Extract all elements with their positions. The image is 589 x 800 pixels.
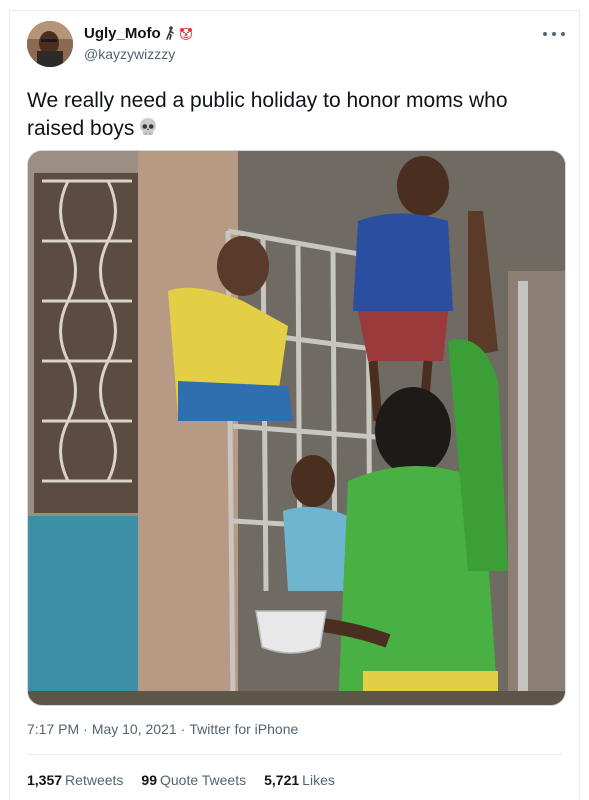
retweets-stat[interactable]: 1,357 Retweets — [27, 772, 123, 788]
quote-tweets-stat[interactable]: 99 Quote Tweets — [141, 772, 246, 788]
user-handle[interactable]: @kayzywizzzy — [84, 46, 175, 62]
meta-separator: · — [83, 721, 88, 737]
more-dots-icon — [543, 32, 547, 36]
quote-tweets-count: 99 — [141, 772, 157, 788]
skull-emoji-icon — [137, 116, 159, 146]
retweets-count: 1,357 — [27, 772, 63, 788]
more-dots-icon — [552, 32, 556, 36]
display-name[interactable]: Ugly_Mofo — [84, 25, 161, 42]
name-row[interactable]: Ugly_Mofo — [84, 25, 193, 42]
tweet-body: We really need a public holiday to honor… — [27, 89, 508, 140]
likes-count: 5,721 — [264, 772, 300, 788]
tweet-photo[interactable] — [27, 150, 566, 706]
more-options-button[interactable] — [543, 27, 565, 41]
meta-separator: · — [180, 721, 186, 737]
retweets-label: Retweets — [65, 772, 124, 788]
tweet-time[interactable]: 7:17 PM — [27, 721, 79, 737]
avatar[interactable] — [27, 21, 73, 67]
tweet-source[interactable]: Twitter for iPhone — [189, 721, 298, 737]
likes-label: Likes — [302, 772, 335, 788]
clown-emoji-icon — [179, 26, 193, 42]
tweet-date[interactable]: May 10, 2021 — [92, 721, 177, 737]
profile-photo-icon — [27, 21, 73, 67]
engagement-stats: 1,357 Retweets 99 Quote Tweets 5,721 Likes — [27, 772, 335, 788]
divider — [27, 754, 562, 755]
tweet-card: Ugly_Mofo @kayzywizzzy We really need a … — [9, 10, 580, 800]
walking-person-emoji-icon — [164, 25, 176, 42]
likes-stat[interactable]: 5,721 Likes — [264, 772, 335, 788]
more-dots-icon — [561, 32, 565, 36]
tweet-metadata: 7:17 PM · May 10, 2021 · Twitter for iPh… — [27, 721, 298, 737]
photo-mother-passing-bowl-to-children-at-barred-window-icon — [28, 151, 565, 705]
tweet-text: We really need a public holiday to honor… — [27, 87, 557, 146]
quote-tweets-label: Quote Tweets — [159, 772, 247, 788]
